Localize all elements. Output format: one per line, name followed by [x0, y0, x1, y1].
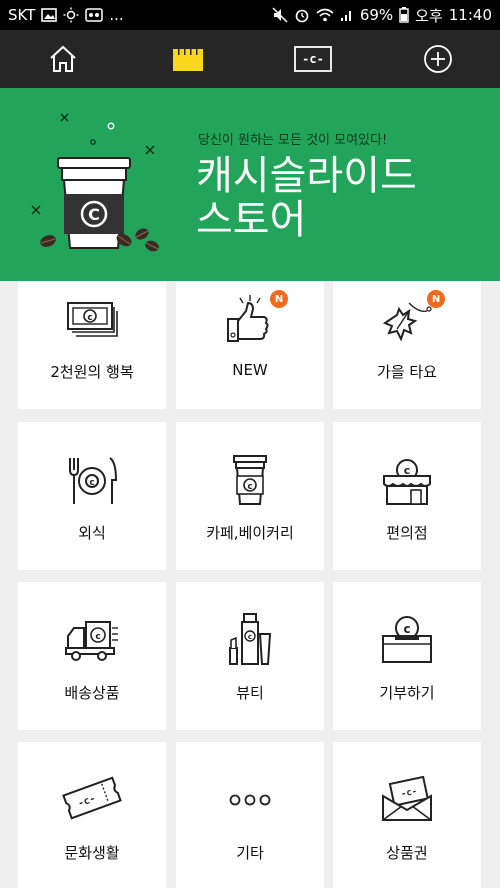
top-nav: -c-: [0, 30, 500, 88]
category-label: 편의점: [386, 524, 428, 542]
home-icon: [49, 45, 76, 72]
wifi-icon: [316, 8, 334, 22]
store-icon: [172, 48, 203, 71]
category-card-etc[interactable]: 기타: [176, 742, 324, 888]
ticket-icon: -c-: [62, 776, 122, 820]
delivery-truck-icon: c: [65, 621, 118, 661]
category-label: 카페,베이커리: [206, 524, 294, 542]
dining-icon: c: [69, 457, 118, 504]
category-label: 2천원의 행복: [50, 363, 134, 381]
nav-cash-button[interactable]: -c-: [283, 30, 343, 88]
category-card-2000won[interactable]: c 2천원의 행복: [18, 281, 166, 409]
category-card-culture[interactable]: -c- 문화생활: [18, 742, 166, 888]
alarm-icon: [294, 7, 310, 23]
more-dots-icon: [229, 794, 271, 806]
category-card-beauty[interactable]: c 뷰티: [176, 582, 324, 730]
category-card-autumn[interactable]: N 가을 타요: [333, 281, 481, 409]
category-card-dining[interactable]: c 외식: [18, 422, 166, 570]
nav-add-button[interactable]: [408, 30, 468, 88]
mute-icon: [272, 7, 288, 23]
svg-text:c: c: [87, 313, 92, 323]
signal-icon: [340, 8, 354, 22]
nav-store-button[interactable]: [158, 30, 218, 88]
sun-icon: [63, 7, 79, 23]
category-card-giftcard[interactable]: -c- 상품권: [333, 742, 481, 888]
new-badge: N: [270, 290, 288, 308]
category-label: 기부하기: [379, 684, 435, 702]
banner-subtitle: 당신이 원하는 모든 것이 모여있다!: [198, 133, 388, 148]
category-card-donation[interactable]: c 기부하기: [333, 582, 481, 730]
more-notifications-dots: ...: [109, 6, 124, 24]
svg-text:c: c: [403, 622, 410, 636]
category-card-cafe[interactable]: c 카페,베이커리: [176, 422, 324, 570]
category-label: 외식: [78, 524, 106, 542]
banner-title-line2: 스토어: [196, 197, 307, 243]
category-label: 문화생활: [64, 844, 120, 862]
battery-percent: 69%: [359, 6, 394, 24]
clock-time: 11:40: [448, 6, 492, 24]
carrier-label: SKT: [8, 6, 36, 24]
autumn-leaf-icon: [382, 302, 432, 342]
svg-text:-c-: -c-: [302, 52, 324, 66]
svg-text:C: C: [88, 205, 100, 224]
plus-circle-icon: [423, 45, 452, 73]
new-badge: N: [427, 290, 445, 308]
coffee-cup-icon: c: [233, 455, 267, 505]
category-label: NEW: [232, 361, 268, 379]
banknote-icon: c: [67, 302, 118, 337]
cash-card-icon: -c-: [293, 46, 332, 72]
category-label: 가을 타요: [377, 363, 437, 381]
convenience-store-icon: c: [383, 459, 431, 505]
category-label: 배송상품: [64, 684, 120, 702]
store-banner: C 당신이 원하는 모든 것이 모여있다! 캐시슬라이드 스토어: [0, 88, 500, 281]
category-label: 상품권: [386, 844, 428, 862]
cosmetics-icon: c: [229, 613, 272, 665]
category-card-new[interactable]: N NEW: [176, 281, 324, 409]
donation-box-icon: c: [382, 616, 432, 663]
nav-home-button[interactable]: [33, 30, 93, 88]
category-card-convenience[interactable]: c 편의점: [333, 422, 481, 570]
time-ampm: 오후: [415, 6, 443, 25]
category-label: 기타: [236, 844, 264, 862]
banner-title: 캐시슬라이드 스토어: [196, 154, 417, 242]
app-notification-icon: [85, 8, 104, 22]
svg-text:c: c: [247, 482, 252, 492]
svg-text:c: c: [89, 478, 94, 488]
svg-text:c: c: [95, 632, 100, 642]
banner-title-line1: 캐시슬라이드: [196, 153, 417, 199]
coffee-cup-illustration: C: [31, 113, 159, 252]
gift-card-envelope-icon: -c-: [382, 776, 432, 821]
category-label: 뷰티: [236, 684, 264, 702]
category-card-delivery[interactable]: c 배송상품: [18, 582, 166, 730]
image-icon: [41, 8, 58, 22]
battery-icon: [399, 7, 409, 23]
status-bar: SKT ... 69% 오후 11:40: [0, 0, 500, 30]
svg-text:c: c: [248, 633, 252, 641]
